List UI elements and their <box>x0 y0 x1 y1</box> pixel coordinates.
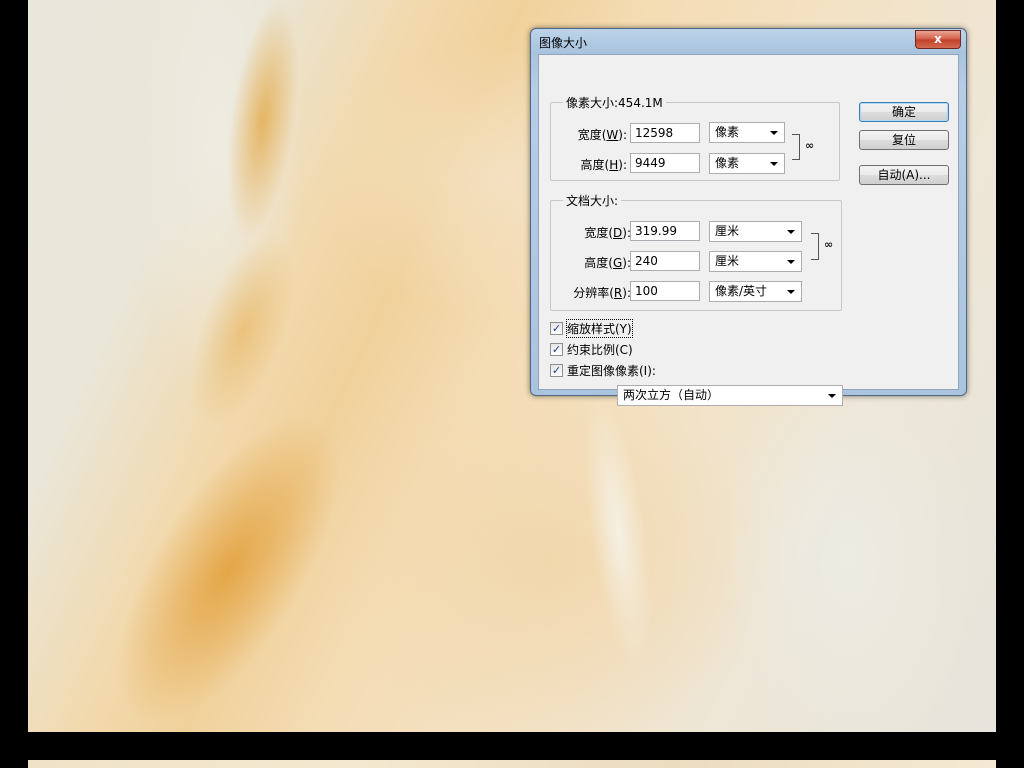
dialog-body: 像素大小:454.1M 宽度(W): 12598 像素 高度(H): 9449 … <box>538 54 959 406</box>
doc-height-input[interactable]: 240 <box>630 251 700 271</box>
ok-button[interactable]: 确定 <box>859 102 949 122</box>
checkmark-icon: ✓ <box>550 322 563 335</box>
checkmark-icon: ✓ <box>550 364 563 377</box>
marble-vein <box>567 377 669 683</box>
chevron-down-icon <box>787 230 795 234</box>
pixel-width-label: 宽度(W): <box>577 128 627 142</box>
chain-link-icon: ∞ <box>805 139 815 152</box>
auto-button[interactable]: 自动(A)... <box>859 165 949 185</box>
scale-styles-label: 缩放样式(Y) <box>566 319 633 338</box>
dialog-title: 图像大小 <box>539 36 588 50</box>
resample-image-label: 重定图像像素(I): <box>567 364 656 378</box>
reset-button[interactable]: 复位 <box>859 130 949 150</box>
chevron-down-icon <box>828 394 836 398</box>
pixel-link-bracket <box>792 134 800 160</box>
doc-link-bracket <box>811 233 819 260</box>
pixel-width-unit-select[interactable]: 像素 <box>709 122 785 143</box>
scale-styles-checkbox[interactable]: ✓ 缩放样式(Y) <box>550 319 633 338</box>
close-button[interactable]: x <box>915 30 961 49</box>
doc-height-unit-value: 厘米 <box>715 254 740 268</box>
chain-link-icon: ∞ <box>824 238 834 251</box>
resolution-unit-select[interactable]: 像素/英寸 <box>709 281 802 302</box>
chevron-down-icon <box>770 131 778 135</box>
resolution-label: 分辨率(R): <box>573 286 631 300</box>
doc-width-unit-select[interactable]: 厘米 <box>709 221 802 242</box>
pixel-dimensions-legend: 像素大小:454.1M <box>563 94 666 111</box>
constrain-proportions-checkbox[interactable]: ✓ 约束比例(C) <box>550 341 633 358</box>
image-preview-strip <box>28 760 996 768</box>
resolution-unit-value: 像素/英寸 <box>715 284 768 298</box>
doc-width-label: 宽度(D): <box>584 226 631 240</box>
pixel-height-unit-value: 像素 <box>715 156 740 170</box>
marble-vein <box>210 0 316 254</box>
chevron-down-icon <box>787 260 795 264</box>
doc-height-label: 高度(G): <box>584 256 631 270</box>
pixel-height-label: 高度(H): <box>580 158 627 172</box>
resample-image-checkbox[interactable]: ✓ 重定图像像素(I): <box>550 362 656 379</box>
resample-method-value: 两次立方（自动） <box>623 388 720 402</box>
constrain-proportions-label: 约束比例(C) <box>567 343 633 357</box>
doc-height-unit-select[interactable]: 厘米 <box>709 251 802 272</box>
document-size-legend: 文档大小: <box>563 192 622 209</box>
pixel-width-input[interactable]: 12598 <box>630 123 700 143</box>
chevron-down-icon <box>787 290 795 294</box>
image-size-dialog: 图像大小 x 像素大小:454.1M 宽度(W): 12598 像素 高度(H)… <box>530 28 967 406</box>
resample-method-select[interactable]: 两次立方（自动） <box>617 385 843 406</box>
doc-width-input[interactable]: 319.99 <box>630 221 700 241</box>
resolution-input[interactable]: 100 <box>630 281 700 301</box>
pixel-height-unit-select[interactable]: 像素 <box>709 153 785 174</box>
chevron-down-icon <box>770 162 778 166</box>
checkmark-icon: ✓ <box>550 343 563 356</box>
doc-width-unit-value: 厘米 <box>715 224 740 238</box>
pixel-height-input[interactable]: 9449 <box>630 153 700 173</box>
pixel-width-unit-value: 像素 <box>715 125 740 139</box>
